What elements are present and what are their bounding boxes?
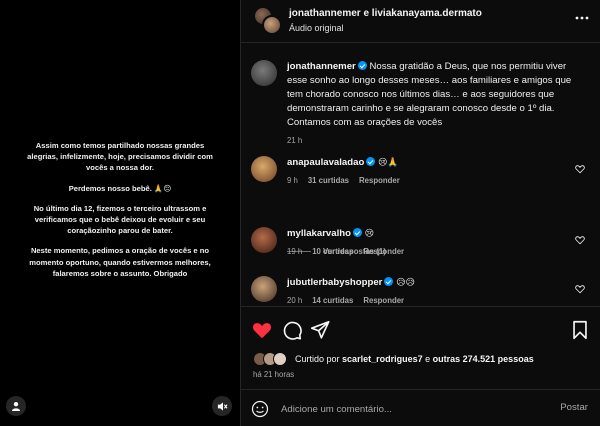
avatar[interactable] xyxy=(251,276,277,302)
caption-time: 21 h xyxy=(287,136,303,145)
post-header: jonathannemer e liviakanayama.dermato Áu… xyxy=(241,0,600,43)
heart-outline-icon[interactable] xyxy=(575,235,585,245)
mute-button[interactable] xyxy=(212,396,232,416)
heart-filled-icon[interactable] xyxy=(251,319,273,341)
verified-badge-icon xyxy=(357,61,367,70)
post-timestamp: há 21 horas xyxy=(253,370,295,379)
comments-list[interactable]: jonathannemer Nossa gratidão a Deus, que… xyxy=(241,44,600,306)
post-details-panel: jonathannemer e liviakanayama.dermato Áu… xyxy=(241,0,600,426)
caption-username[interactable]: jonathannemer xyxy=(287,61,356,72)
comment-item: myllakarvalho 😢 19 h 10 curtidas Responder xyxy=(251,227,591,267)
comment-body: 😢🙏 xyxy=(378,158,399,168)
likes-prefix: Curtido por xyxy=(295,354,340,364)
avatar xyxy=(262,15,282,35)
comment-composer: Postar xyxy=(241,389,600,426)
reply-button[interactable]: Responder xyxy=(363,296,404,305)
story-paragraph: Perdemos nosso bebê. 🙏😔 xyxy=(68,183,172,193)
comment-time: 19 h xyxy=(287,247,303,256)
comment-text: jubutlerbabyshopper 😥😥 xyxy=(287,276,577,290)
heart-outline-icon[interactable] xyxy=(575,284,585,294)
avatar[interactable] xyxy=(251,156,277,182)
liked-by-user[interactable]: scarlet_rodrigues7 xyxy=(342,354,423,364)
comment-likes[interactable]: 31 curtidas xyxy=(308,176,349,185)
comment-body: 😢 xyxy=(364,229,375,239)
comment-meta: 19 h 10 curtidas Responder xyxy=(287,247,577,256)
comment-time: 9 h xyxy=(287,176,298,185)
comment-body: 😥😥 xyxy=(396,278,415,288)
story-paragraph: Neste momento, pedimos a oração de vocês… xyxy=(29,246,211,278)
reply-button[interactable]: Responder xyxy=(359,176,400,185)
verified-badge-icon xyxy=(353,228,362,237)
comment-text: anapaulavaladao 😢🙏 xyxy=(287,156,577,170)
caption-text: jonathannemer Nossa gratidão a Deus, que… xyxy=(287,60,577,130)
likes-summary[interactable]: Curtido por scarlet_rodrigues7 e outras … xyxy=(253,352,534,366)
avatar[interactable] xyxy=(251,227,277,253)
more-options-icon[interactable] xyxy=(574,10,590,26)
comment-username[interactable]: anapaulavaladao xyxy=(287,157,364,168)
comment-item: anapaulavaladao 😢🙏 9 h 31 curtidas Respond… xyxy=(251,156,591,196)
user-icon xyxy=(12,402,20,411)
likes-connector: e xyxy=(425,354,431,364)
comment-likes[interactable]: 14 curtidas xyxy=(312,296,353,305)
speaker-muted-icon xyxy=(217,401,228,411)
reply-button[interactable]: Responder xyxy=(363,247,404,256)
post-actions: Curtido por scarlet_rodrigues7 e outras … xyxy=(241,306,600,426)
comment-time: 20 h xyxy=(287,296,303,305)
avatar[interactable] xyxy=(251,60,277,86)
comment-username[interactable]: jubutlerbabyshopper xyxy=(287,277,382,288)
story-paragraph: Assim como temos partilhado nossas grand… xyxy=(27,141,213,173)
avatar xyxy=(273,352,287,366)
post-authors[interactable]: jonathannemer e liviakanayama.dermato xyxy=(289,8,482,19)
comment-username[interactable]: myllakarvalho xyxy=(287,228,351,239)
heart-outline-icon[interactable] xyxy=(575,164,585,174)
verified-badge-icon xyxy=(366,157,376,166)
audio-link[interactable]: Áudio original xyxy=(289,23,344,33)
comment-meta: 20 h 14 curtidas Responder xyxy=(287,296,577,305)
comment-text: myllakarvalho 😢 xyxy=(287,227,577,241)
post-button[interactable]: Postar xyxy=(560,402,588,413)
liked-by-avatars xyxy=(253,352,289,366)
bookmark-icon[interactable] xyxy=(569,319,591,341)
verified-badge-icon xyxy=(384,277,394,286)
comment-icon[interactable] xyxy=(281,319,303,341)
comment-input[interactable] xyxy=(281,399,531,419)
caption-meta: 21 h xyxy=(287,136,577,145)
likes-others[interactable]: outras 274.521 pessoas xyxy=(433,354,534,364)
coauthors-avatars[interactable] xyxy=(253,6,283,36)
comment-likes[interactable]: 10 curtidas xyxy=(312,247,353,256)
emoji-icon[interactable] xyxy=(251,400,269,418)
comment-meta: 9 h 31 curtidas Responder xyxy=(287,176,577,185)
share-icon[interactable] xyxy=(309,319,331,341)
story-paragraph: No último dia 12, fizemos o terceiro ult… xyxy=(33,203,207,236)
tagged-users-button[interactable] xyxy=(6,396,26,416)
reel-overlay-text: Assim como temos partilhado nossas grand… xyxy=(22,140,218,288)
reel-media[interactable]: Assim como temos partilhado nossas grand… xyxy=(0,0,240,426)
